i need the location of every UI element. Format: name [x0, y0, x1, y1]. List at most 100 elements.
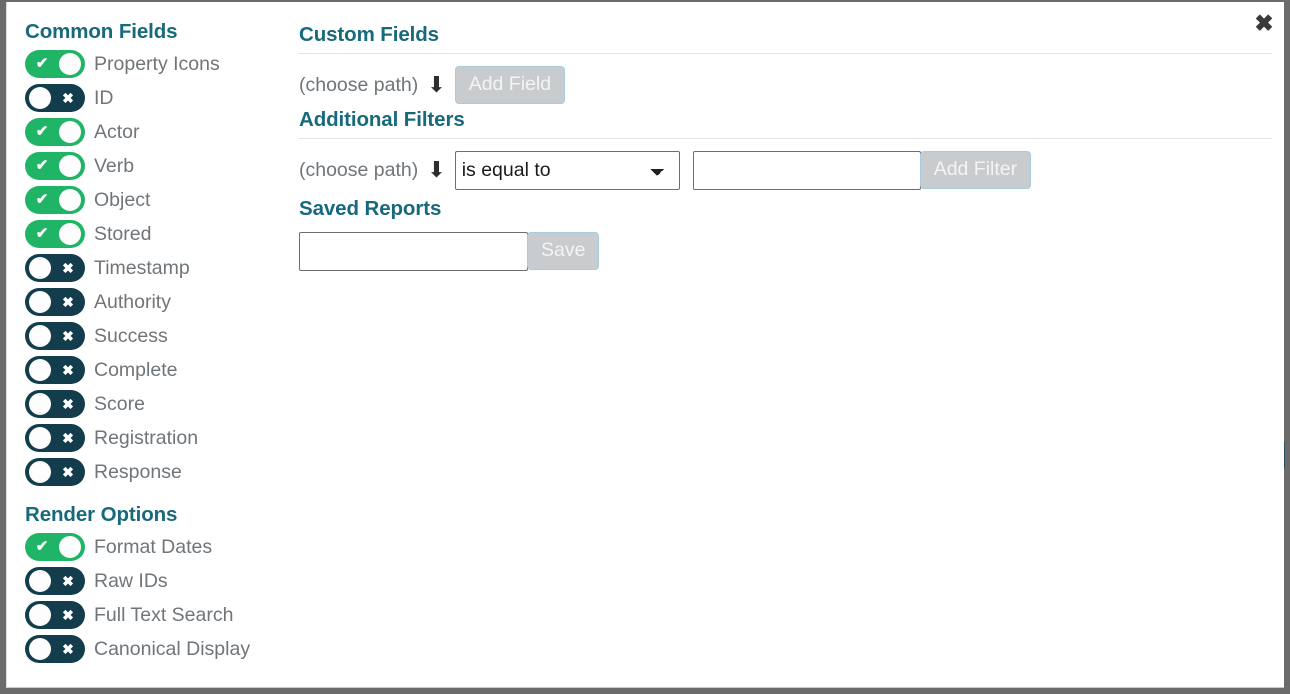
toggle-knob [29, 87, 51, 109]
toggle-full-text-search[interactable]: ✖ [25, 601, 85, 629]
toggle-knob [59, 121, 81, 143]
toggle-label: Format Dates [94, 536, 212, 558]
toggle-actor[interactable]: ✔ [25, 118, 85, 146]
toggle-format-dates[interactable]: ✔ [25, 533, 85, 561]
additional-filters-divider [299, 138, 1272, 139]
toggle-success[interactable]: ✖ [25, 322, 85, 350]
toggle-row-full-text-search[interactable]: ✖ Full Text Search [25, 598, 285, 632]
toggle-knob [59, 223, 81, 245]
toggle-row-verb[interactable]: ✔ Verb [25, 149, 285, 183]
cross-icon: ✖ [53, 424, 83, 452]
toggle-label: Stored [94, 223, 151, 245]
saved-report-name-input[interactable] [299, 232, 528, 271]
toggle-stored[interactable]: ✔ [25, 220, 85, 248]
toggle-verb[interactable]: ✔ [25, 152, 85, 180]
toggle-row-property-icons[interactable]: ✔ Property Icons [25, 47, 285, 81]
saved-reports-row: Save [299, 228, 1272, 274]
check-icon: ✔ [27, 152, 57, 180]
custom-fields-heading: Custom Fields [299, 22, 1272, 48]
toggle-label: Property Icons [94, 53, 220, 75]
toggle-row-success[interactable]: ✖ Success [25, 319, 285, 353]
cross-icon: ✖ [53, 84, 83, 112]
toggle-object[interactable]: ✔ [25, 186, 85, 214]
add-field-button[interactable]: Add Field [455, 66, 565, 104]
toggle-knob [29, 325, 51, 347]
toggle-knob [59, 53, 81, 75]
toggle-row-score[interactable]: ✖ Score [25, 387, 285, 421]
toggle-row-authority[interactable]: ✖ Authority [25, 285, 285, 319]
toggle-row-response[interactable]: ✖ Response [25, 455, 285, 489]
check-icon: ✔ [27, 50, 57, 78]
cross-icon: ✖ [53, 601, 83, 629]
additional-filters-row: (choose path) ⬇ is equal tois not equal … [299, 148, 1272, 192]
toggle-row-actor[interactable]: ✔ Actor [25, 115, 285, 149]
toggle-knob [29, 461, 51, 483]
arrow-down-icon[interactable]: ⬇ [427, 159, 445, 181]
check-icon: ✔ [27, 118, 57, 146]
toggle-knob [29, 427, 51, 449]
toggle-knob [29, 604, 51, 626]
toggle-label: Registration [94, 427, 198, 449]
toggle-knob [29, 393, 51, 415]
arrow-down-icon[interactable]: ⬇ [427, 74, 445, 96]
toggle-id[interactable]: ✖ [25, 84, 85, 112]
check-icon: ✔ [27, 186, 57, 214]
toggle-label: Authority [94, 291, 171, 313]
custom-field-path-label[interactable]: (choose path) [299, 74, 418, 96]
cross-icon: ✖ [53, 288, 83, 316]
toggle-label: Timestamp [94, 257, 190, 279]
toggle-label: Actor [94, 121, 140, 143]
toggle-authority[interactable]: ✖ [25, 288, 85, 316]
toggle-knob [29, 359, 51, 381]
toggle-knob [29, 570, 51, 592]
cross-icon: ✖ [53, 458, 83, 486]
filter-operator-select[interactable]: is equal tois not equal tocontainsdoes n… [455, 151, 680, 190]
toggle-row-id[interactable]: ✖ ID [25, 81, 285, 115]
toggle-raw-ids[interactable]: ✖ [25, 567, 85, 595]
toggle-score[interactable]: ✖ [25, 390, 85, 418]
report-options-modal: ✖ Common Fields ✔ Property Icons ✖ ID ✔ … [6, 2, 1284, 688]
toggle-row-object[interactable]: ✔ Object [25, 183, 285, 217]
check-icon: ✔ [27, 220, 57, 248]
toggle-registration[interactable]: ✖ [25, 424, 85, 452]
custom-fields-row: (choose path) ⬇ Add Field [299, 63, 1272, 107]
filter-path-label[interactable]: (choose path) [299, 159, 418, 181]
toggle-response[interactable]: ✖ [25, 458, 85, 486]
toggle-row-format-dates[interactable]: ✔ Format Dates [25, 530, 285, 564]
toggle-knob [29, 257, 51, 279]
toggle-label: Score [94, 393, 145, 415]
toggle-row-timestamp[interactable]: ✖ Timestamp [25, 251, 285, 285]
toggle-row-canonical-display[interactable]: ✖ Canonical Display [25, 632, 285, 666]
toggle-row-complete[interactable]: ✖ Complete [25, 353, 285, 387]
toggle-knob [59, 155, 81, 177]
toggle-knob [59, 536, 81, 558]
toggle-row-stored[interactable]: ✔ Stored [25, 217, 285, 251]
toggle-label: Response [94, 461, 182, 483]
cross-icon: ✖ [53, 322, 83, 350]
toggle-property-icons[interactable]: ✔ [25, 50, 85, 78]
toggle-label: Success [94, 325, 168, 347]
toggle-timestamp[interactable]: ✖ [25, 254, 85, 282]
filter-value-input[interactable] [693, 151, 921, 190]
cross-icon: ✖ [53, 635, 83, 663]
check-icon: ✔ [27, 533, 57, 561]
toggle-label: Object [94, 189, 150, 211]
toggle-row-registration[interactable]: ✖ Registration [25, 421, 285, 455]
add-filter-button[interactable]: Add Filter [920, 151, 1031, 189]
toggle-knob [29, 291, 51, 313]
cross-icon: ✖ [53, 254, 83, 282]
toggle-label: Complete [94, 359, 177, 381]
toggle-knob [29, 638, 51, 660]
field-options-sidebar: Common Fields ✔ Property Icons ✖ ID ✔ Ac… [25, 20, 285, 666]
toggle-label: Full Text Search [94, 604, 233, 626]
report-config-panel: Custom Fields (choose path) ⬇ Add Field … [299, 22, 1272, 274]
saved-reports-heading: Saved Reports [299, 196, 1272, 222]
toggle-complete[interactable]: ✖ [25, 356, 85, 384]
cross-icon: ✖ [53, 356, 83, 384]
toggle-row-raw-ids[interactable]: ✖ Raw IDs [25, 564, 285, 598]
toggle-canonical-display[interactable]: ✖ [25, 635, 85, 663]
render-options-heading: Render Options [25, 503, 285, 527]
toggle-knob [59, 189, 81, 211]
toggle-label: Verb [94, 155, 134, 177]
save-report-button[interactable]: Save [527, 232, 599, 270]
